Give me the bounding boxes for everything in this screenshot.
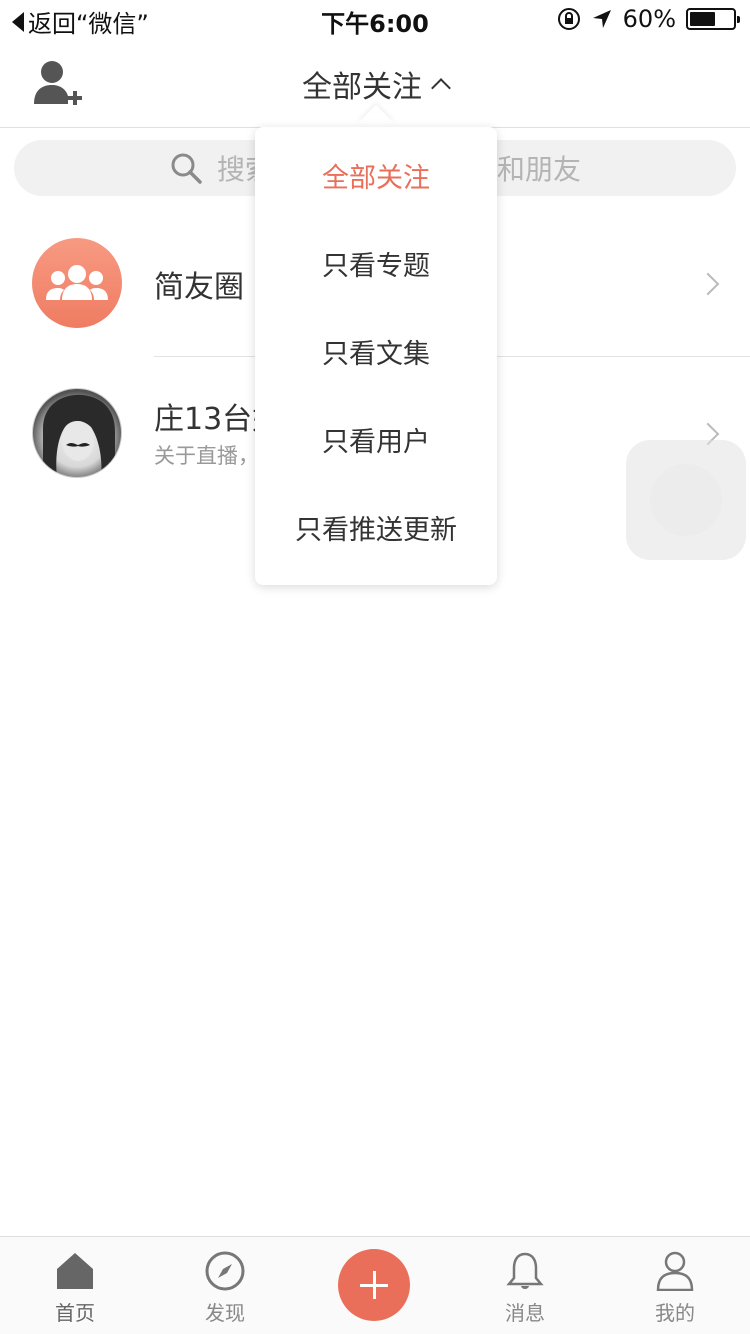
plus-icon[interactable] [338, 1249, 410, 1321]
avatar-portrait [43, 394, 115, 477]
battery-fill [690, 12, 715, 26]
chevron-right-icon [696, 272, 720, 296]
dropdown-item-users[interactable]: 只看用户 [255, 399, 497, 487]
search-icon [171, 153, 202, 184]
tab-home[interactable]: 首页 [0, 1237, 150, 1334]
status-bar: 返回“微信” 下午6:00 60% [0, 0, 750, 40]
group-people-icon [46, 265, 108, 300]
chevron-up-icon [431, 78, 451, 98]
battery-icon [686, 8, 740, 30]
assistive-touch-icon [650, 464, 722, 536]
list-item-title: 简友圈 [154, 270, 244, 305]
nav-title: 全部关注 [302, 70, 422, 105]
tab-label: 消息 [505, 1301, 545, 1325]
nav-title-dropdown[interactable]: 全部关注 [0, 62, 750, 106]
compass-icon [205, 1251, 245, 1291]
dropdown-item-push-updates[interactable]: 只看推送更新 [255, 487, 497, 575]
home-icon [57, 1253, 93, 1289]
status-right: 60% [557, 5, 740, 33]
avatar [32, 388, 122, 478]
dropdown-item-all[interactable]: 全部关注 [255, 135, 497, 223]
tab-label: 首页 [55, 1301, 95, 1325]
tab-me[interactable]: 我的 [600, 1237, 750, 1334]
orientation-lock-icon [557, 8, 580, 30]
tab-discover[interactable]: 发现 [150, 1237, 300, 1334]
dropdown-item-notebooks[interactable]: 只看文集 [255, 311, 497, 399]
tab-label: 发现 [205, 1301, 245, 1325]
tab-messages[interactable]: 消息 [450, 1237, 600, 1334]
group-icon [32, 238, 122, 328]
location-arrow-icon [592, 10, 611, 28]
assistive-touch-button[interactable] [626, 440, 746, 560]
filter-dropdown-menu: 全部关注 只看专题 只看文集 只看用户 只看推送更新 [255, 127, 497, 585]
status-back-button[interactable]: 返回“微信” [12, 4, 149, 39]
tab-label: 我的 [655, 1301, 695, 1325]
dropdown-item-collections[interactable]: 只看专题 [255, 223, 497, 311]
tab-bar: 首页 发现 消息 我的 [0, 1236, 750, 1334]
status-back-label: 返回“微信” [28, 10, 149, 38]
back-triangle-icon [12, 11, 24, 32]
person-icon [656, 1251, 694, 1291]
battery-percent: 60% [622, 5, 676, 33]
bell-icon [506, 1252, 544, 1289]
